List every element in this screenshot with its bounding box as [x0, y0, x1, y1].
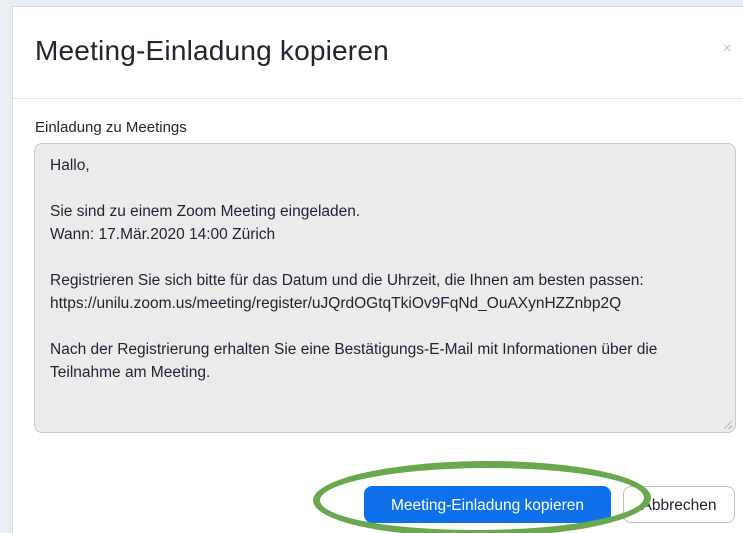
screenshot: Meeting-Einladung kopieren × Einladung z…	[0, 0, 743, 533]
invitation-blank-line	[50, 246, 719, 269]
dialog-title: Meeting-Einladung kopieren	[35, 35, 389, 66]
window-edge-left	[0, 0, 12, 533]
copy-invitation-dialog: Meeting-Einladung kopieren × Einladung z…	[12, 6, 743, 533]
invitation-blank-line	[50, 315, 719, 338]
close-icon[interactable]: ×	[717, 39, 737, 59]
invitation-line: Wann: 17.Mär.2020 14:00 Zürich	[50, 226, 276, 243]
invitation-registration-link: https://unilu.zoom.us/meeting/register/u…	[50, 295, 622, 312]
invitation-line: Hallo,	[50, 157, 90, 174]
header-divider	[13, 98, 743, 99]
invitation-textarea[interactable]: Hallo, Sie sind zu einem Zoom Meeting ei…	[34, 143, 736, 433]
invitation-line: Sie sind zu einem Zoom Meeting eingelade…	[50, 203, 361, 220]
cancel-button[interactable]: Abbrechen	[623, 486, 735, 523]
invitation-line: Teilnahme am Meeting.	[50, 364, 211, 381]
copy-invitation-button[interactable]: Meeting-Einladung kopieren	[364, 486, 611, 523]
invitation-label: Einladung zu Meetings	[35, 119, 187, 136]
resize-grip-icon[interactable]	[724, 421, 732, 429]
invitation-blank-line	[50, 177, 719, 200]
invitation-line: Nach der Registrierung erhalten Sie eine…	[50, 341, 658, 358]
invitation-line: Registrieren Sie sich bitte für das Datu…	[50, 272, 644, 289]
